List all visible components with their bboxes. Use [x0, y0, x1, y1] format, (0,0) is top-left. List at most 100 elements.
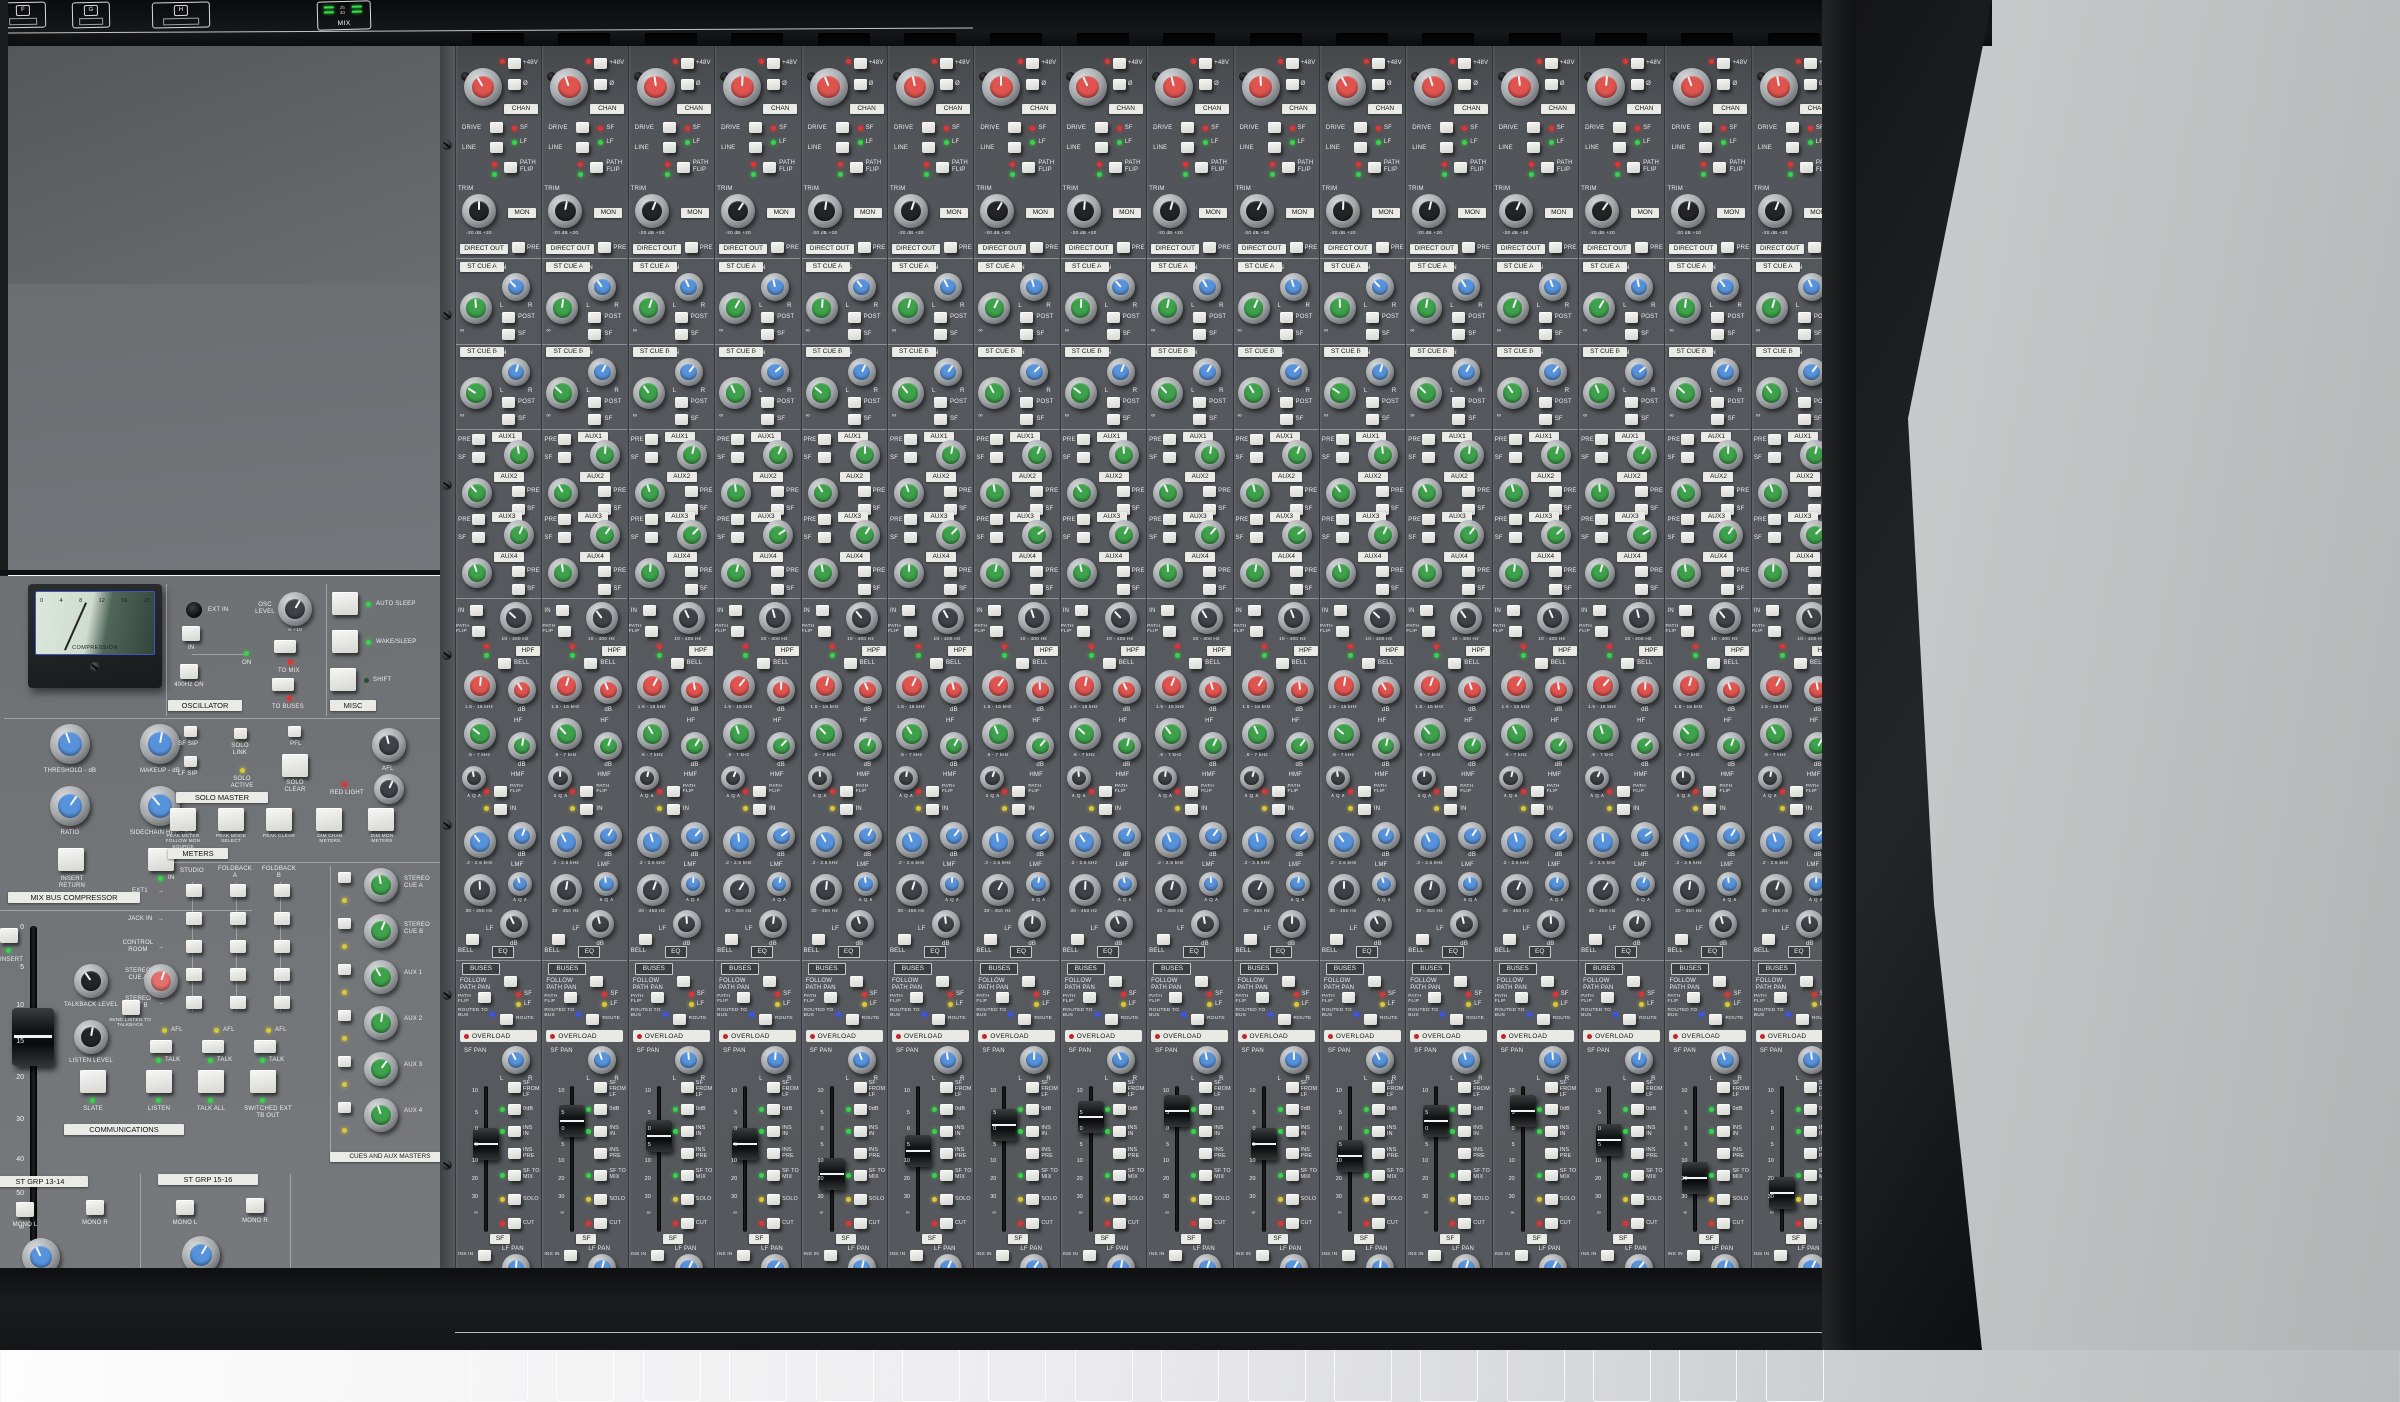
phase-button[interactable]: [1545, 79, 1558, 90]
cut-button[interactable]: [1804, 1218, 1817, 1229]
aux3-pre-button[interactable]: [1077, 514, 1090, 525]
aux3-pre-button[interactable]: [818, 514, 831, 525]
hf-gain-knob[interactable]: [940, 676, 968, 704]
eq-path-flip-button[interactable]: [1185, 786, 1198, 797]
phase-button[interactable]: [1372, 79, 1385, 90]
aux4-level-knob[interactable]: [1412, 558, 1442, 588]
hmf-freq-knob[interactable]: [637, 718, 669, 750]
lmf-q-knob[interactable]: [1199, 872, 1223, 896]
lf-bell-button[interactable]: [898, 934, 911, 945]
aux2-pre-button[interactable]: [944, 486, 957, 497]
st-cue-a-level-knob[interactable]: [806, 292, 838, 324]
st-cue-b-level-knob[interactable]: [1669, 377, 1701, 409]
st-cue-b-pan-knob[interactable]: [588, 358, 616, 386]
aux4-pre-button[interactable]: [944, 566, 957, 577]
hf-gain-knob[interactable]: [1286, 676, 1314, 704]
hf-freq-knob[interactable]: [1069, 670, 1101, 702]
st-cue-b-pan-knob[interactable]: [675, 358, 703, 386]
hmf-freq-knob[interactable]: [1760, 718, 1792, 750]
solo-button[interactable]: [508, 1194, 521, 1205]
ins-pre-button[interactable]: [1458, 1148, 1471, 1159]
st-cue-a-pan-knob[interactable]: [934, 273, 962, 301]
talk-button[interactable]: [202, 1040, 224, 1053]
hmf-gain-knob[interactable]: [508, 732, 536, 760]
gain-knob[interactable]: [896, 68, 934, 106]
ins-pre-button[interactable]: [767, 1148, 780, 1159]
cue-afl-button[interactable]: [338, 872, 351, 883]
hf-gain-knob[interactable]: [594, 676, 622, 704]
zero-db-button[interactable]: [1026, 1104, 1039, 1115]
lf-ins-in-button[interactable]: [1515, 1250, 1528, 1261]
aux4-level-knob[interactable]: [1499, 558, 1529, 588]
eq-path-flip-button[interactable]: [580, 786, 593, 797]
aux1-pre-button[interactable]: [1768, 434, 1781, 445]
gain-knob[interactable]: [1587, 68, 1625, 106]
solo-button[interactable]: [1026, 1194, 1039, 1205]
st-cue-a-post-button[interactable]: [1280, 312, 1293, 323]
direct-out-pre-button[interactable]: [512, 242, 525, 253]
aux2-level-knob[interactable]: [1499, 478, 1529, 508]
lf-ins-in-button[interactable]: [478, 1250, 491, 1261]
route-button[interactable]: [759, 1014, 772, 1025]
hmf-freq-knob[interactable]: [810, 718, 842, 750]
send-listen-button[interactable]: [122, 1000, 140, 1015]
lf-freq-knob[interactable]: [982, 874, 1014, 906]
aux3-level-knob[interactable]: [1541, 520, 1571, 550]
route-button[interactable]: [932, 1014, 945, 1025]
drive-button[interactable]: [749, 122, 762, 133]
path-flip-button[interactable]: [1454, 162, 1467, 173]
sf-pan-knob[interactable]: [848, 1046, 876, 1074]
drive-button[interactable]: [1527, 122, 1540, 133]
direct-out-pre-button[interactable]: [1635, 242, 1648, 253]
lf-gain-knob[interactable]: [1018, 910, 1046, 938]
eq-in-button[interactable]: [1444, 804, 1457, 815]
st-cue-b-pan-knob[interactable]: [1539, 358, 1567, 386]
aux1-sf-button[interactable]: [904, 452, 917, 463]
ins-pre-button[interactable]: [1026, 1148, 1039, 1159]
trim-knob[interactable]: [462, 194, 496, 228]
st-cue-b-post-button[interactable]: [675, 397, 688, 408]
lmf-freq-knob[interactable]: [1155, 826, 1187, 858]
aux3-pre-button[interactable]: [731, 514, 744, 525]
lf-bell-button[interactable]: [1762, 934, 1775, 945]
aux3-pre-button[interactable]: [1768, 514, 1781, 525]
trim-knob[interactable]: [1499, 194, 1533, 228]
aux4-pre-button[interactable]: [598, 566, 611, 577]
aux4-pre-button[interactable]: [1635, 566, 1648, 577]
hmf-q-knob[interactable]: [548, 766, 572, 790]
aux3-pre-button[interactable]: [558, 514, 571, 525]
hf-gain-knob[interactable]: [1545, 676, 1573, 704]
aux2-pre-button[interactable]: [1203, 486, 1216, 497]
st-cue-b-post-button[interactable]: [1539, 397, 1552, 408]
st-cue-a-level-knob[interactable]: [892, 292, 924, 324]
sf-from-lf-button[interactable]: [1026, 1082, 1039, 1093]
st-cue-b-level-knob[interactable]: [1065, 377, 1097, 409]
lf-freq-knob[interactable]: [1242, 874, 1274, 906]
lf-bell-button[interactable]: [1675, 934, 1688, 945]
shift-button[interactable]: [330, 668, 356, 691]
cue-afl-button[interactable]: [338, 1010, 351, 1021]
aux3-pre-button[interactable]: [1250, 514, 1263, 525]
aux2-pre-button[interactable]: [685, 486, 698, 497]
path-flip-button[interactable]: [1109, 162, 1122, 173]
st-cue-b-pan-knob[interactable]: [761, 358, 789, 386]
sf-to-mix-button[interactable]: [594, 1170, 607, 1181]
follow-path-pan-button[interactable]: [1541, 976, 1554, 987]
sf-from-lf-button[interactable]: [1372, 1082, 1385, 1093]
buses-path-flip-button[interactable]: [996, 992, 1009, 1003]
monitor-button[interactable]: [186, 940, 202, 953]
st-cue-a-post-button[interactable]: [1107, 312, 1120, 323]
phantom-48v-button[interactable]: [1372, 58, 1385, 69]
phase-button[interactable]: [594, 79, 607, 90]
lf-bell-button[interactable]: [812, 934, 825, 945]
lf-freq-knob[interactable]: [1328, 874, 1360, 906]
hf-freq-knob[interactable]: [1328, 670, 1360, 702]
aux2-level-knob[interactable]: [808, 478, 838, 508]
zero-db-button[interactable]: [1545, 1104, 1558, 1115]
st-cue-b-level-knob[interactable]: [892, 377, 924, 409]
aux4-level-knob[interactable]: [894, 558, 924, 588]
hf-freq-knob[interactable]: [637, 670, 669, 702]
aux4-pre-button[interactable]: [1462, 566, 1475, 577]
aux4-sf-button[interactable]: [598, 584, 611, 595]
st-cue-a-level-knob[interactable]: [1583, 292, 1615, 324]
